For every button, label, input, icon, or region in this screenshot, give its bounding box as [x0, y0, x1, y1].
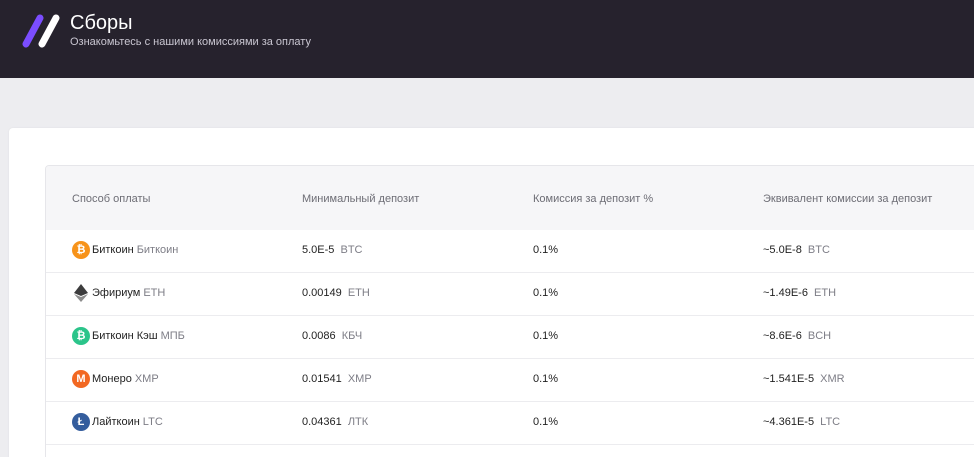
column-header-fee-equivalent: Эквивалент комиссии за депозит — [763, 193, 933, 205]
coin-code: ETH — [143, 287, 166, 299]
table-row: ₿ Биткоин Кэш МПБ 0.0086 КБЧ 0.1% ~8.6E-… — [46, 316, 974, 359]
fee-equivalent-unit: BTC — [807, 244, 830, 256]
fee-equivalent-cell: ~1.541E-5 XMR — [763, 373, 845, 385]
page-subtitle: Ознакомьтесь с нашими комиссиями за опла… — [70, 36, 311, 48]
payment-method-cell: Ł Лайткоин LTC — [72, 413, 163, 431]
table-row: ₿ Биткоин Биткоин 5.0E-5 BTC 0.1% ~5.0E-… — [46, 230, 974, 273]
min-deposit-cell: 0.01541 XMP — [302, 373, 372, 385]
min-deposit-unit: ЛТК — [347, 416, 369, 428]
min-deposit-unit: BTC — [340, 244, 363, 256]
fee-percent-cell: 0.1% — [533, 330, 559, 342]
min-deposit-unit: ETH — [347, 287, 370, 299]
table-body: ₿ Биткоин Биткоин 5.0E-5 BTC 0.1% ~5.0E-… — [46, 230, 974, 445]
column-header-min-deposit: Минимальный депозит — [302, 193, 420, 205]
fee-equivalent-value: ~1.541E-5 — [763, 373, 815, 385]
coin-code: МПБ — [160, 330, 185, 342]
table-row: Эфириум ETH 0.00149 ETH 0.1% ~1.49E-6 ET… — [46, 273, 974, 316]
fee-equivalent-cell: ~4.361E-5 LTC — [763, 416, 840, 428]
fee-equivalent-value: ~4.361E-5 — [763, 416, 815, 428]
min-deposit-value: 0.0086 — [302, 330, 336, 342]
fees-table: Способ оплаты Минимальный депозит Комисс… — [45, 165, 974, 457]
bitcoin-icon: ₿ — [72, 241, 90, 259]
min-deposit-unit: КБЧ — [341, 330, 363, 342]
coin-name: Монеро — [92, 373, 132, 385]
min-deposit-cell: 0.00149 ETH — [302, 287, 370, 299]
payment-method-cell: Эфириум ETH — [72, 284, 165, 302]
fee-equivalent-unit: LTC — [820, 416, 841, 428]
min-deposit-value: 0.00149 — [302, 287, 342, 299]
fee-equivalent-cell: ~5.0E-8 BTC — [763, 244, 830, 256]
fee-equivalent-value: ~1.49E-6 — [763, 287, 808, 299]
min-deposit-unit: XMP — [347, 373, 372, 385]
table-row: M Монеро XMP 0.01541 XMP 0.1% ~1.541E-5 … — [46, 359, 974, 402]
coin-code: LTC — [142, 416, 163, 428]
fee-percent-cell: 0.1% — [533, 287, 559, 299]
fee-equivalent-unit: XMR — [820, 373, 845, 385]
table-header: Способ оплаты Минимальный депозит Комисс… — [46, 166, 974, 230]
litecoin-icon: Ł — [72, 413, 90, 431]
column-header-method: Способ оплаты — [72, 193, 151, 205]
monero-icon: M — [72, 370, 90, 388]
logo-icon — [22, 14, 60, 48]
fee-percent-cell: 0.1% — [533, 416, 559, 428]
column-header-fee-percent: Комиссия за депозит % — [533, 193, 654, 205]
coin-name: Лайткоин — [92, 416, 140, 428]
page-title: Сборы — [70, 12, 133, 34]
page-header: Сборы Ознакомьтесь с нашими комиссиями з… — [0, 0, 974, 78]
payment-method-cell: M Монеро XMP — [72, 370, 159, 388]
fee-percent-cell: 0.1% — [533, 244, 559, 256]
coin-name: Биткоин — [92, 244, 134, 256]
bitcoin-cash-icon: ₿ — [72, 327, 90, 345]
coin-name: Эфириум — [92, 287, 141, 299]
table-row: Ł Лайткоин LTC 0.04361 ЛТК 0.1% ~4.361E-… — [46, 402, 974, 445]
min-deposit-value: 0.01541 — [302, 373, 342, 385]
fee-equivalent-value: ~8.6E-6 — [763, 330, 802, 342]
coin-code: XMP — [134, 373, 159, 385]
fee-percent-cell: 0.1% — [533, 373, 559, 385]
payment-method-cell: ₿ Биткоин Биткоин — [72, 241, 178, 259]
min-deposit-cell: 0.0086 КБЧ — [302, 330, 362, 342]
fee-equivalent-cell: ~8.6E-6 BCH — [763, 330, 831, 342]
ethereum-icon — [72, 284, 90, 302]
fee-equivalent-value: ~5.0E-8 — [763, 244, 802, 256]
fee-equivalent-cell: ~1.49E-6 ETH — [763, 287, 836, 299]
min-deposit-cell: 0.04361 ЛТК — [302, 416, 368, 428]
min-deposit-value: 0.04361 — [302, 416, 342, 428]
payment-method-cell: ₿ Биткоин Кэш МПБ — [72, 327, 185, 345]
fee-equivalent-unit: ETH — [814, 287, 837, 299]
fee-equivalent-unit: BCH — [807, 330, 832, 342]
min-deposit-cell: 5.0E-5 BTC — [302, 244, 362, 256]
coin-name: Биткоин Кэш — [92, 330, 158, 342]
coin-code: Биткоин — [136, 244, 179, 256]
min-deposit-value: 5.0E-5 — [302, 244, 335, 256]
